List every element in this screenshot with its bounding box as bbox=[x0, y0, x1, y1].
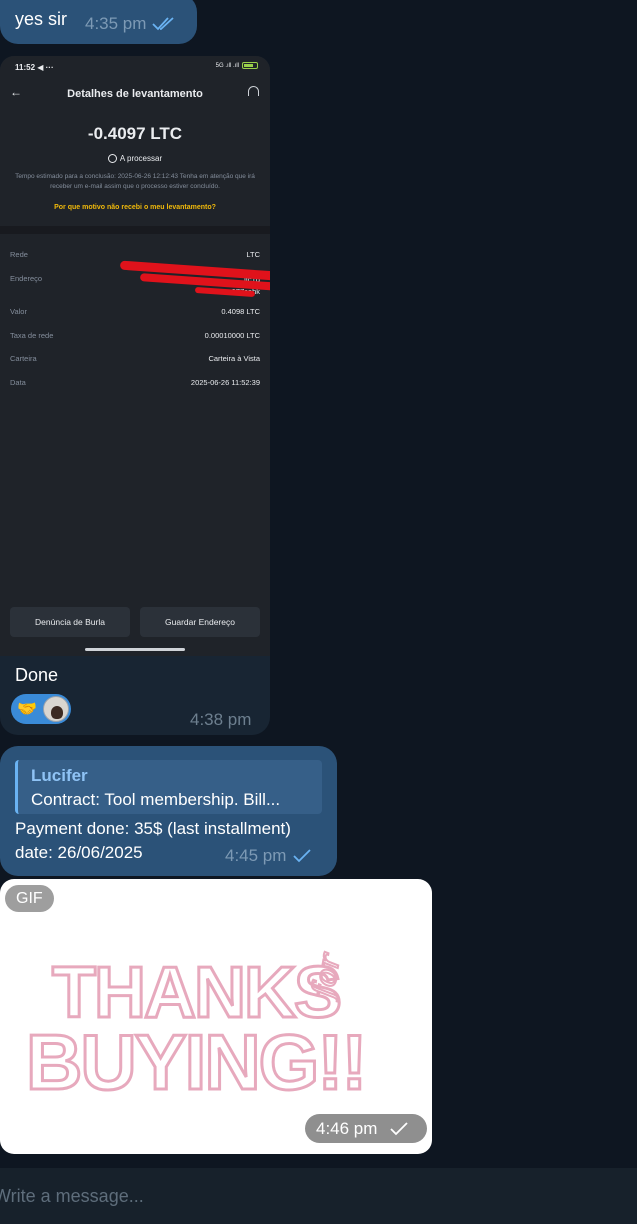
message-time: 4:46 pm bbox=[316, 1118, 378, 1138]
message-time: 4:45 pm bbox=[225, 846, 287, 865]
reply-snippet: Contract: Tool membership. Bill... bbox=[31, 790, 281, 809]
divider bbox=[0, 226, 270, 234]
message-bubble-outgoing[interactable]: Lucifer Contract: Tool membership. Bill.… bbox=[0, 746, 337, 876]
help-link: Por que motivo não recebi o meu levantam… bbox=[54, 204, 216, 211]
message-time: 4:35 pm bbox=[85, 14, 147, 33]
svg-text:BUYING!!: BUYING!! bbox=[26, 1018, 365, 1099]
gif-badge: GIF bbox=[5, 885, 54, 912]
check-icon bbox=[390, 1121, 409, 1135]
battery-icon bbox=[242, 62, 258, 69]
clock-icon bbox=[107, 154, 117, 163]
reaction-chip[interactable]: 🤝 bbox=[11, 694, 71, 724]
phone-status-time: 11:52 ◀ ··· bbox=[15, 63, 54, 72]
reply-quote[interactable]: Lucifer Contract: Tool membership. Bill.… bbox=[15, 760, 322, 814]
detail-row: Carteira Carteira à Vista bbox=[10, 354, 260, 363]
message-meta: 4:35 pm bbox=[85, 14, 176, 34]
check-icon bbox=[293, 849, 312, 863]
gif-message[interactable]: GIF THANKS for BUYING!! 4:46 pm bbox=[0, 879, 432, 1154]
phone-page-title: Detalhes de levantamento bbox=[67, 88, 203, 100]
headset-icon bbox=[248, 86, 259, 96]
handshake-icon: 🤝 bbox=[17, 701, 37, 718]
message-meta: 4:38 pm bbox=[190, 710, 251, 730]
reply-author: Lucifer bbox=[31, 766, 88, 785]
message-text: yes sir bbox=[15, 9, 68, 29]
detail-row: Data 2025-06-26 11:52:39 bbox=[10, 378, 260, 387]
message-bubble-outgoing[interactable]: yes sir 4:35 pm bbox=[0, 0, 197, 44]
message-meta: 4:45 pm bbox=[225, 846, 312, 866]
detail-row: Valor 0.4098 LTC bbox=[10, 307, 260, 316]
detail-row: Rede LTC bbox=[10, 250, 260, 259]
message-bubble-incoming[interactable]: 11:52 ◀ ··· 5G .ıll .ıll ← Detalhes de l… bbox=[0, 56, 270, 735]
withdrawal-amount: -0.4097 LTC bbox=[87, 124, 183, 143]
message-meta: 4:46 pm bbox=[305, 1114, 427, 1143]
save-address-button: Guardar Endereço bbox=[140, 607, 260, 637]
phone-status-icons: 5G .ıll .ıll bbox=[216, 62, 258, 69]
message-composer bbox=[0, 1168, 637, 1224]
message-text: Payment done: 35$ (last installment) bbox=[15, 819, 291, 838]
double-check-icon bbox=[152, 17, 175, 31]
message-input[interactable] bbox=[0, 1182, 594, 1210]
screenshot-image[interactable]: 11:52 ◀ ··· 5G .ıll .ıll ← Detalhes de l… bbox=[0, 56, 270, 656]
detail-row: Taxa de rede 0.00010000 LTC bbox=[10, 331, 260, 340]
svg-text:for: for bbox=[305, 950, 348, 1003]
report-scam-button: Denúncia de Burla bbox=[10, 607, 130, 637]
withdrawal-note: Tempo estimado para a conclusão: 2025-06… bbox=[15, 173, 255, 190]
avatar bbox=[43, 696, 69, 722]
home-indicator bbox=[85, 648, 185, 651]
message-time: 4:38 pm bbox=[190, 710, 252, 729]
message-text: date: 26/06/2025 bbox=[15, 843, 143, 862]
thanks-for-buying-gif: THANKS for BUYING!! bbox=[25, 949, 369, 1099]
withdrawal-status: A processar bbox=[0, 154, 270, 163]
message-text: Done bbox=[15, 665, 59, 685]
